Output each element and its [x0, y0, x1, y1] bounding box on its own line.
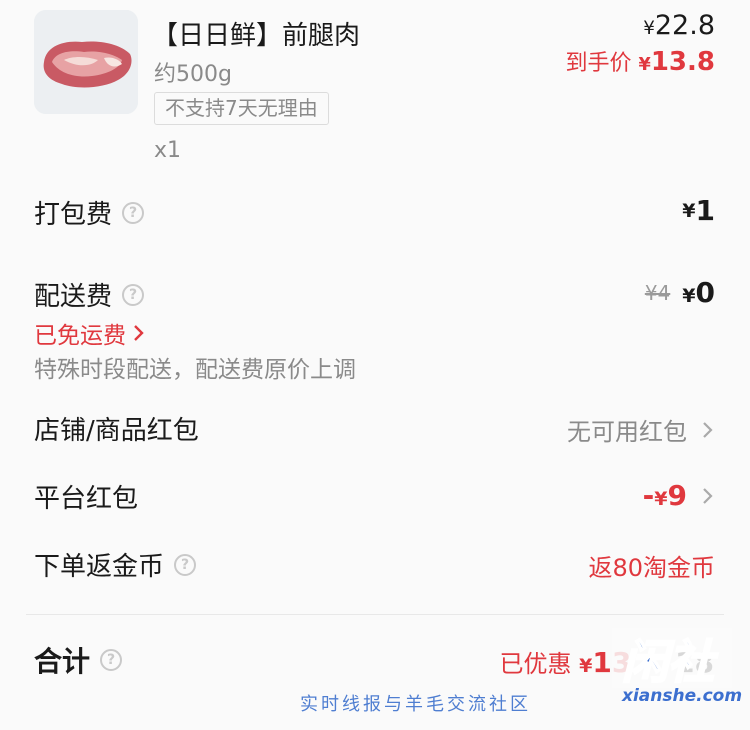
question-icon[interactable]: ?: [174, 553, 197, 576]
minus-sign: -: [642, 479, 655, 512]
currency-symbol: ¥: [682, 285, 696, 307]
total-label: 合计: [34, 645, 91, 678]
product-price: ¥22.8: [643, 10, 715, 41]
store-coupon-selector[interactable]: 无可用红包: [567, 412, 715, 447]
delivery-fee-value: ¥4 ¥0: [645, 276, 715, 309]
product-thumbnail[interactable]: [34, 10, 138, 114]
platform-coupon-selector[interactable]: -¥9: [643, 479, 715, 512]
currency-symbol: ¥: [643, 18, 655, 39]
chevron-right-icon: [134, 325, 144, 341]
delivery-note: 特殊时段配送，配送费原价上调: [34, 357, 356, 383]
currency-symbol: ¥: [682, 199, 696, 222]
product-quantity: x1: [154, 138, 182, 163]
delivery-fee-amount: 0: [695, 276, 715, 309]
coins-value: 返80淘金币: [588, 554, 715, 582]
total-row: 合计 ?: [34, 640, 123, 680]
currency-symbol: ¥: [638, 55, 651, 75]
divider: [26, 614, 724, 615]
chevron-right-icon: [703, 421, 713, 438]
platform-coupon-value: 9: [667, 479, 687, 512]
store-coupon-value: 无可用红包: [567, 418, 687, 446]
chevron-right-icon: [703, 487, 713, 504]
free-shipping-label: 已免运费: [34, 323, 126, 349]
watermark-slogan: 实时线报与羊毛交流社区: [300, 694, 531, 715]
delivery-fee-row: 配送费 ?: [34, 276, 145, 313]
final-price-value: 13.8: [650, 47, 715, 77]
svg-text:闲社: 闲社: [622, 635, 719, 689]
price-value: 22.8: [654, 10, 715, 41]
packing-fee-row: 打包费 ?: [34, 194, 145, 231]
packing-fee-label: 打包费: [34, 200, 113, 230]
delivery-fee-label: 配送费: [34, 282, 113, 312]
platform-coupon-label: 平台红包: [34, 484, 139, 514]
product-title[interactable]: 【日日鲜】前腿肉: [152, 15, 360, 52]
original-delivery-fee: ¥4: [644, 280, 671, 305]
coins-label: 下单返金币: [34, 552, 165, 582]
currency-symbol: ¥: [654, 488, 668, 510]
question-icon[interactable]: ?: [122, 283, 145, 306]
product-spec: 约500g: [154, 62, 232, 87]
packing-fee-value: ¥1: [682, 194, 715, 227]
discount-label: 已优惠: [499, 650, 572, 678]
return-policy-tag: 不支持7天无理由: [154, 92, 329, 125]
question-icon[interactable]: ?: [100, 649, 123, 671]
watermark-site: xianshe.com: [622, 686, 743, 706]
final-price: 到手价 ¥13.8: [566, 45, 715, 77]
currency-symbol: ¥: [579, 655, 593, 677]
pork-leg-image: [34, 10, 138, 114]
free-shipping-link[interactable]: 已免运费: [34, 316, 146, 350]
coins-row: 下单返金币 ?: [34, 546, 197, 583]
final-price-label: 到手价: [565, 51, 632, 76]
store-coupon-label: 店铺/商品红包: [34, 416, 199, 446]
packing-fee-amount: 1: [695, 194, 715, 227]
question-icon[interactable]: ?: [122, 201, 145, 224]
